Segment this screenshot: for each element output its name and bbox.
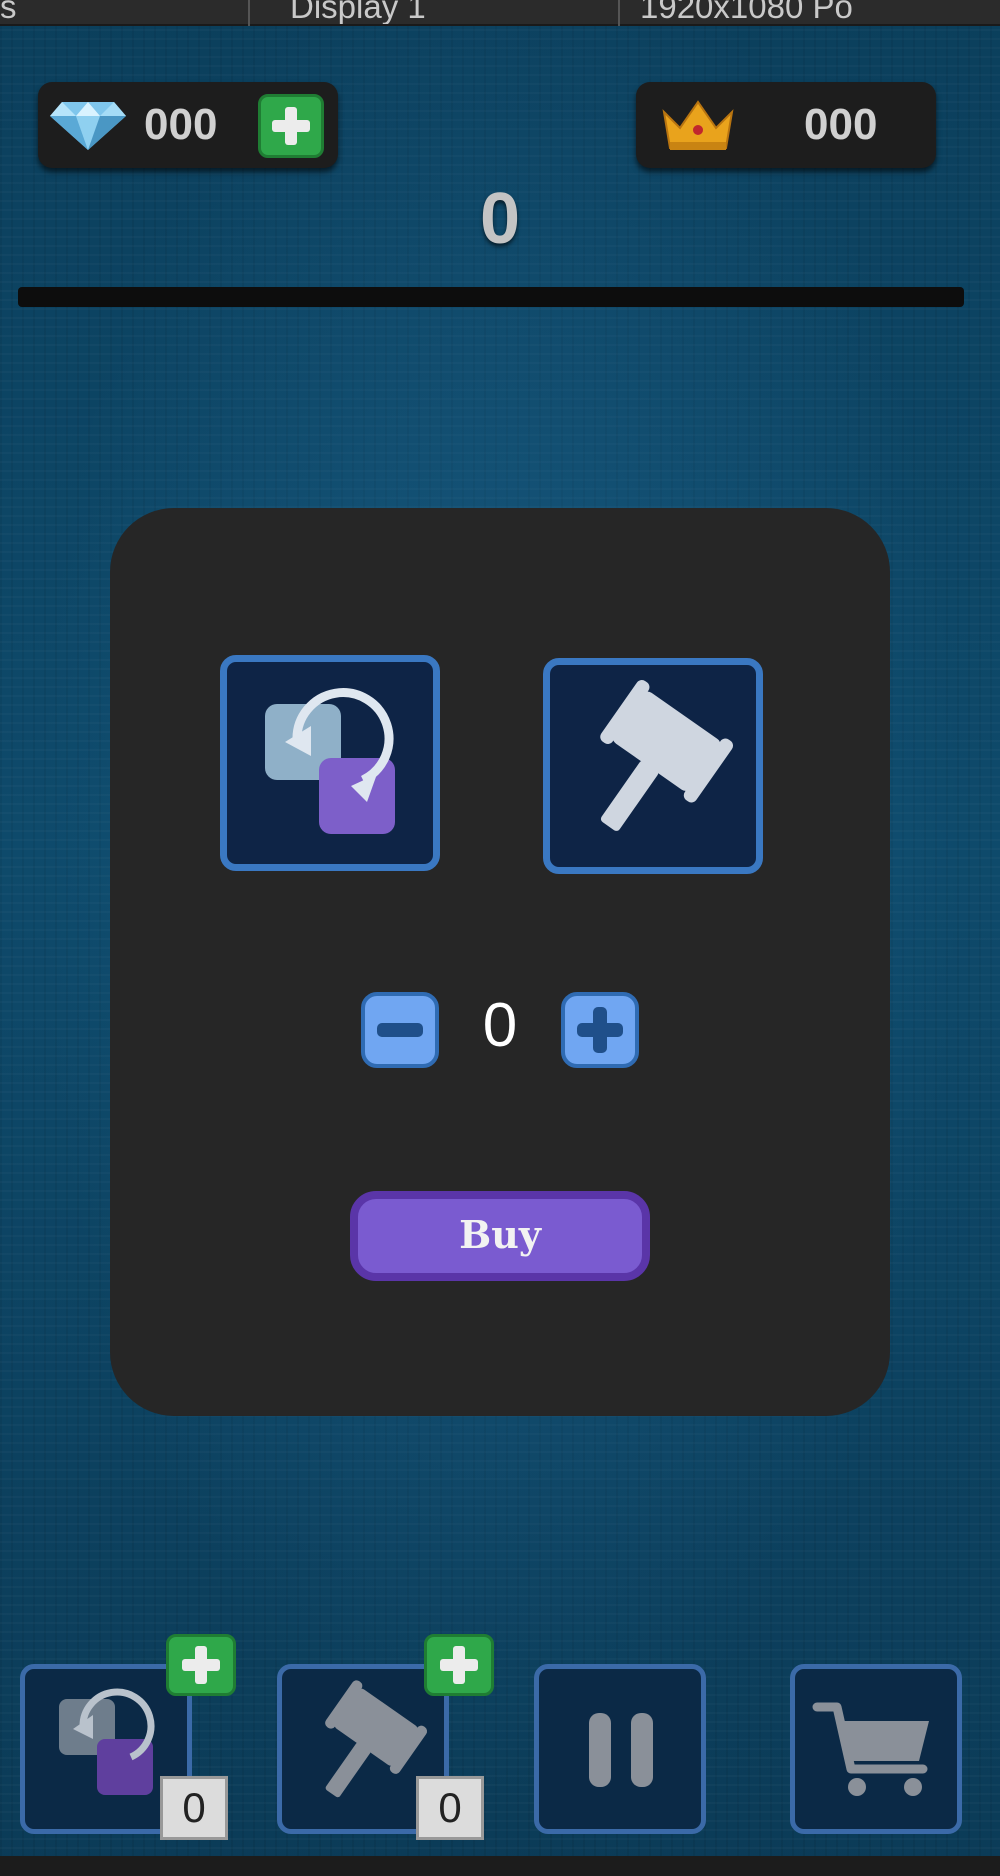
swap-booster-option[interactable] [220,655,440,871]
quantity-decrease-button[interactable] [361,992,439,1068]
score-display: 0 [479,179,521,259]
add-swap-booster-button[interactable] [166,1634,236,1696]
pause-button[interactable] [534,1664,706,1834]
cart-icon [812,1702,929,1796]
display-selector[interactable]: Display 1 [290,0,620,24]
add-gems-button[interactable] [258,94,324,158]
swap-blocks-icon [265,688,395,834]
hammer-icon [600,680,734,831]
gems-value: 000 [144,100,218,149]
editor-left-label: s [0,0,17,24]
gems-counter: 000 [38,82,338,168]
plus-icon [577,1007,623,1053]
level-progress-bar [18,287,964,307]
crowns-value: 000 [804,100,878,149]
swap-booster-count: 0 [160,1776,228,1840]
minus-icon [377,1023,423,1037]
divider [248,0,250,26]
divider [618,0,620,26]
bottom-edge-strip [0,1856,1000,1876]
crowns-counter: 000 [636,82,936,168]
quantity-value: 0 [482,991,518,1060]
quantity-increase-button[interactable] [561,992,639,1068]
diamond-icon [50,102,126,150]
hammer-booster-option[interactable] [543,658,763,874]
add-hammer-booster-button[interactable] [424,1634,494,1696]
shop-cart-button[interactable] [790,1664,962,1834]
editor-top-bar: s Display 1 1920x1080 Po [0,0,1000,26]
pause-icon [589,1713,653,1787]
buy-button[interactable]: Buy [350,1191,650,1281]
plus-icon [272,107,310,145]
resolution-selector[interactable]: 1920x1080 Po [640,0,1000,24]
crown-icon [662,100,734,150]
plus-icon [182,1646,220,1684]
hammer-booster-count: 0 [416,1776,484,1840]
plus-icon [440,1646,478,1684]
